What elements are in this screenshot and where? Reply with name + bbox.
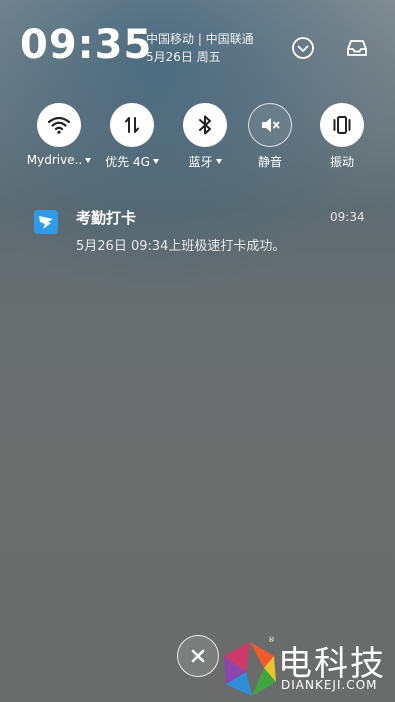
wifi-toggle-circle[interactable]	[37, 103, 81, 147]
carrier-label: 中国移动 | 中国联通	[146, 32, 254, 46]
bluetooth-toggle-circle[interactable]	[183, 103, 227, 147]
dingtalk-icon	[34, 210, 58, 234]
watermark-brand-en: DIANKEJI.COM	[281, 678, 378, 692]
mute-speaker-icon	[262, 118, 280, 132]
close-icon	[191, 649, 205, 663]
mute-toggle-circle[interactable]	[248, 103, 292, 147]
watermark-logo	[224, 642, 276, 696]
watermark-registered: ®	[268, 636, 275, 644]
mobile-data-label[interactable]: 优先 4G	[97, 153, 167, 170]
notification-message: 5月26日 09:34上班极速打卡成功。	[76, 239, 286, 254]
wifi-menu-caret[interactable]	[85, 157, 92, 163]
wifi-icon	[47, 116, 71, 134]
vibrate-toggle-circle[interactable]	[320, 103, 364, 147]
quick-settings: Mydrive.. 优先 4G 蓝牙 静音 振动	[0, 103, 395, 173]
bluetooth-menu-caret[interactable]	[215, 159, 222, 164]
data-arrows-icon	[125, 117, 139, 133]
notification-card[interactable]: 考勤打卡 09:34 5月26日 09:34上班极速打卡成功。	[0, 200, 395, 260]
wifi-label-text: Mydrive..	[26, 153, 83, 167]
expand-button[interactable]	[290, 35, 316, 61]
vibrate-icon	[333, 116, 351, 134]
wifi-toggle[interactable]: Mydrive..	[24, 103, 94, 167]
date-label: 5月26日 周五	[146, 50, 221, 64]
mobile-data-label-text: 优先 4G	[105, 155, 150, 169]
bluetooth-toggle[interactable]: 蓝牙	[170, 103, 240, 170]
clock: 09:35	[20, 22, 153, 68]
clear-notifications-button[interactable]	[177, 635, 219, 677]
notification-app-name: 考勤打卡	[76, 209, 137, 227]
mute-toggle[interactable]: 静音	[235, 103, 305, 170]
bluetooth-label[interactable]: 蓝牙	[170, 153, 240, 170]
mobile-data-toggle-circle[interactable]	[110, 103, 154, 147]
mobile-data-toggle[interactable]: 优先 4G	[97, 103, 167, 170]
notification-inbox-button[interactable]	[344, 35, 370, 61]
vibrate-toggle[interactable]: 振动	[307, 103, 377, 170]
wifi-label[interactable]: Mydrive..	[24, 153, 94, 167]
bluetooth-label-text: 蓝牙	[188, 155, 213, 169]
inbox-icon	[347, 40, 367, 56]
mute-label[interactable]: 静音	[235, 153, 305, 170]
vibrate-label[interactable]: 振动	[307, 153, 377, 170]
chevron-down-icon	[292, 37, 314, 59]
notification-time: 09:34	[330, 210, 365, 224]
mobile-data-menu-caret[interactable]	[152, 159, 159, 164]
bluetooth-icon	[199, 115, 211, 135]
